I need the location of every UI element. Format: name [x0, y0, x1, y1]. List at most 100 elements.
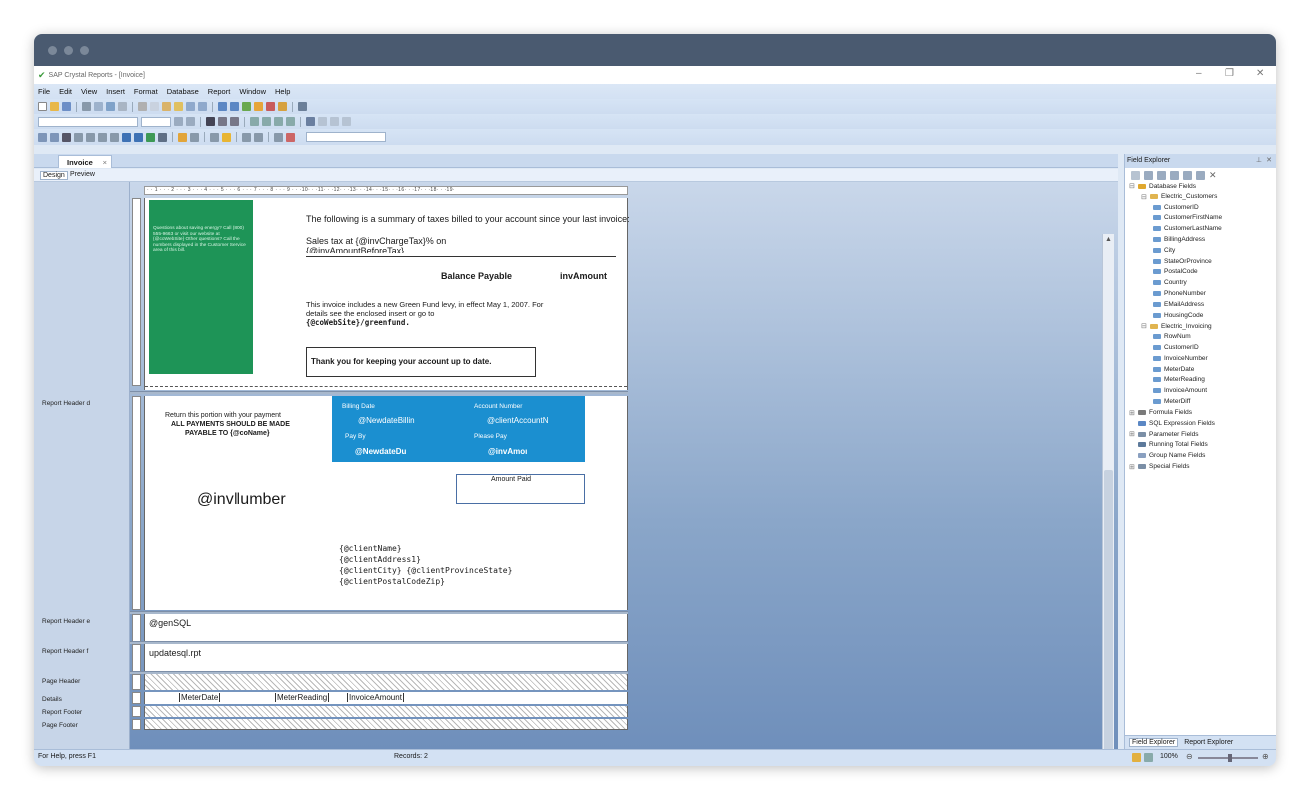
green-fund-line3[interactable]: {@coWebSite}/greenfund. [306, 318, 410, 327]
new-field-icon[interactable] [1157, 170, 1166, 180]
menu-edit[interactable]: Edit [59, 87, 72, 96]
tree-item-special-fields[interactable]: ⊞ Special Fields [1129, 463, 1189, 471]
menu-format[interactable]: Format [134, 87, 158, 96]
tree-item-country[interactable]: Country [1153, 279, 1187, 286]
return-portion-text[interactable]: Return this portion with your payment [165, 412, 281, 419]
zoom-slider-thumb[interactable] [1228, 754, 1232, 762]
menu-database[interactable]: Database [167, 87, 199, 96]
field-explorer-icon[interactable] [218, 102, 227, 111]
dependency-icon[interactable] [254, 102, 263, 111]
duplicate-icon[interactable] [1183, 170, 1192, 180]
border-icon[interactable] [318, 117, 327, 126]
section-label-pf[interactable]: Page Footer [42, 722, 78, 729]
insert-crosstab-icon[interactable] [86, 132, 95, 142]
section-label-rhf[interactable]: Report Header f [42, 648, 88, 655]
tab-field-explorer[interactable]: Field Explorer [1129, 738, 1179, 747]
expand-toggle-icon[interactable]: ⊟ [1141, 322, 1148, 330]
blue-payment-box[interactable]: Billing Date @NewdateBillin Account Numb… [332, 396, 585, 462]
repository-icon[interactable] [242, 102, 251, 111]
thank-you-box[interactable]: Thank you for keeping your account up to… [306, 347, 536, 377]
open-icon[interactable] [50, 102, 59, 111]
tree-item-sql-expression-fields[interactable]: SQL Expression Fields [1129, 420, 1215, 427]
minimize-dot[interactable] [64, 46, 73, 55]
insert-line-icon[interactable] [98, 132, 107, 142]
client-postal-field[interactable]: {@clientPostalCodeZip} [339, 577, 445, 586]
tree-item-customerlastname[interactable]: CustomerLastName [1153, 225, 1222, 232]
menu-file[interactable]: File [38, 87, 50, 96]
align-left-icon[interactable] [250, 117, 259, 126]
tree-item-formula-fields[interactable]: ⊞ Formula Fields [1129, 409, 1192, 417]
section-report-header-d[interactable]: Return this portion with your payment AL… [144, 396, 628, 610]
tab-design[interactable]: Design [40, 171, 68, 180]
panel-close-icon[interactable]: ✕ [1266, 156, 1272, 164]
invoice-amount-field[interactable]: InvoiceAmount [347, 693, 404, 702]
scroll-thumb[interactable] [1104, 470, 1113, 749]
zoom-dot[interactable] [80, 46, 89, 55]
tree-item-postalcode[interactable]: PostalCode [1153, 268, 1198, 275]
client-address-field[interactable]: {@clientAddress1} [339, 555, 421, 564]
tax-summary-text[interactable]: The following is a summary of taxes bill… [306, 214, 630, 224]
please-pay-field[interactable]: @invAmoı [488, 447, 527, 456]
section-page-footer[interactable] [144, 719, 628, 730]
sales-tax-text[interactable]: Sales tax at {@invChargeTax}% on [306, 236, 446, 246]
pay-by-field[interactable]: @NewdateDu [355, 447, 406, 456]
expand-toggle-icon[interactable]: ⊟ [1129, 182, 1136, 190]
tree-item-rownum[interactable]: RowNum [1153, 333, 1191, 340]
section-label-ph[interactable]: Page Header [42, 678, 80, 685]
redo-icon[interactable] [198, 102, 207, 111]
print-icon[interactable] [82, 102, 91, 111]
undo-icon[interactable] [186, 102, 195, 111]
tab-close-icon[interactable]: × [103, 158, 107, 167]
browse-icon[interactable] [1144, 170, 1153, 180]
section-label-rf[interactable]: Report Footer [42, 709, 82, 716]
tree-item-running-total-fields[interactable]: Running Total Fields [1129, 441, 1208, 448]
formula-icon[interactable] [242, 132, 251, 142]
inv-amount-field[interactable]: invAmount [560, 271, 607, 281]
find-icon[interactable] [298, 102, 307, 111]
amount-before-tax-text[interactable]: {@invAmountBeforeTax} [306, 246, 404, 253]
zoom-out-icon[interactable]: ⊖ [1186, 752, 1193, 761]
section-label-rhd[interactable]: Report Header d [42, 400, 90, 407]
tree-item-meterreading[interactable]: MeterReading [1153, 376, 1205, 383]
tree-item-customerfirstname[interactable]: CustomerFirstName [1153, 214, 1222, 221]
section-label-rhe[interactable]: Report Header e [42, 618, 90, 625]
currency-icon[interactable] [330, 117, 339, 126]
print-preview-icon[interactable] [94, 102, 103, 111]
menu-window[interactable]: Window [239, 87, 266, 96]
menu-insert[interactable]: Insert [106, 87, 125, 96]
insert-ole-icon[interactable] [146, 132, 155, 142]
tab-invoice[interactable]: Invoice × [58, 155, 112, 168]
section-expert-icon[interactable] [190, 132, 199, 142]
italic-icon[interactable] [218, 117, 227, 126]
section-label-details[interactable]: Details [42, 696, 62, 703]
insert-text-icon[interactable] [50, 132, 59, 142]
insert-box-icon[interactable] [110, 132, 119, 142]
expand-toggle-icon[interactable]: ⊟ [1141, 193, 1148, 201]
section-report-header-c[interactable]: Questions about saving energy? Call (800… [144, 198, 630, 390]
tree-item-database-fields[interactable]: ⊟ Database Fields [1129, 182, 1196, 191]
page-navigator-combo[interactable] [306, 132, 386, 142]
meter-date-field[interactable]: MeterDate [179, 693, 221, 702]
tab-preview[interactable]: Preview [70, 171, 95, 178]
tree-item-customerid[interactable]: CustomerID [1153, 344, 1199, 351]
expand-toggle-icon[interactable]: ⊞ [1129, 430, 1136, 438]
copy-icon[interactable] [150, 102, 159, 111]
insert-group-icon[interactable] [74, 132, 83, 142]
status-icon-b[interactable] [1144, 753, 1153, 762]
green-fund-line2[interactable]: details see the enclosed insert or go to [306, 309, 434, 318]
tree-item-housingcode[interactable]: HousingCode [1153, 312, 1203, 319]
vertical-scrollbar[interactable]: ▲ ▼ [1102, 234, 1114, 749]
account-number-field[interactable]: @clientAccountN [487, 416, 548, 425]
justify-icon[interactable] [286, 117, 295, 126]
font-color-icon[interactable] [306, 117, 315, 126]
database-icon[interactable] [278, 102, 287, 111]
all-payments-text[interactable]: ALL PAYMENTS SHOULD BE MADE [171, 421, 290, 428]
expand-toggle-icon[interactable]: ⊞ [1129, 409, 1136, 417]
align-center-icon[interactable] [262, 117, 271, 126]
zoom-in-icon[interactable]: ⊕ [1262, 752, 1269, 761]
restore-icon[interactable]: ❐ [1225, 68, 1234, 79]
report-explorer-icon[interactable] [230, 102, 239, 111]
section-details[interactable]: MeterDate MeterReading InvoiceAmount [144, 692, 628, 704]
insert-chart-icon[interactable] [122, 132, 131, 142]
green-info-box[interactable]: Questions about saving energy? Call (800… [149, 200, 253, 374]
